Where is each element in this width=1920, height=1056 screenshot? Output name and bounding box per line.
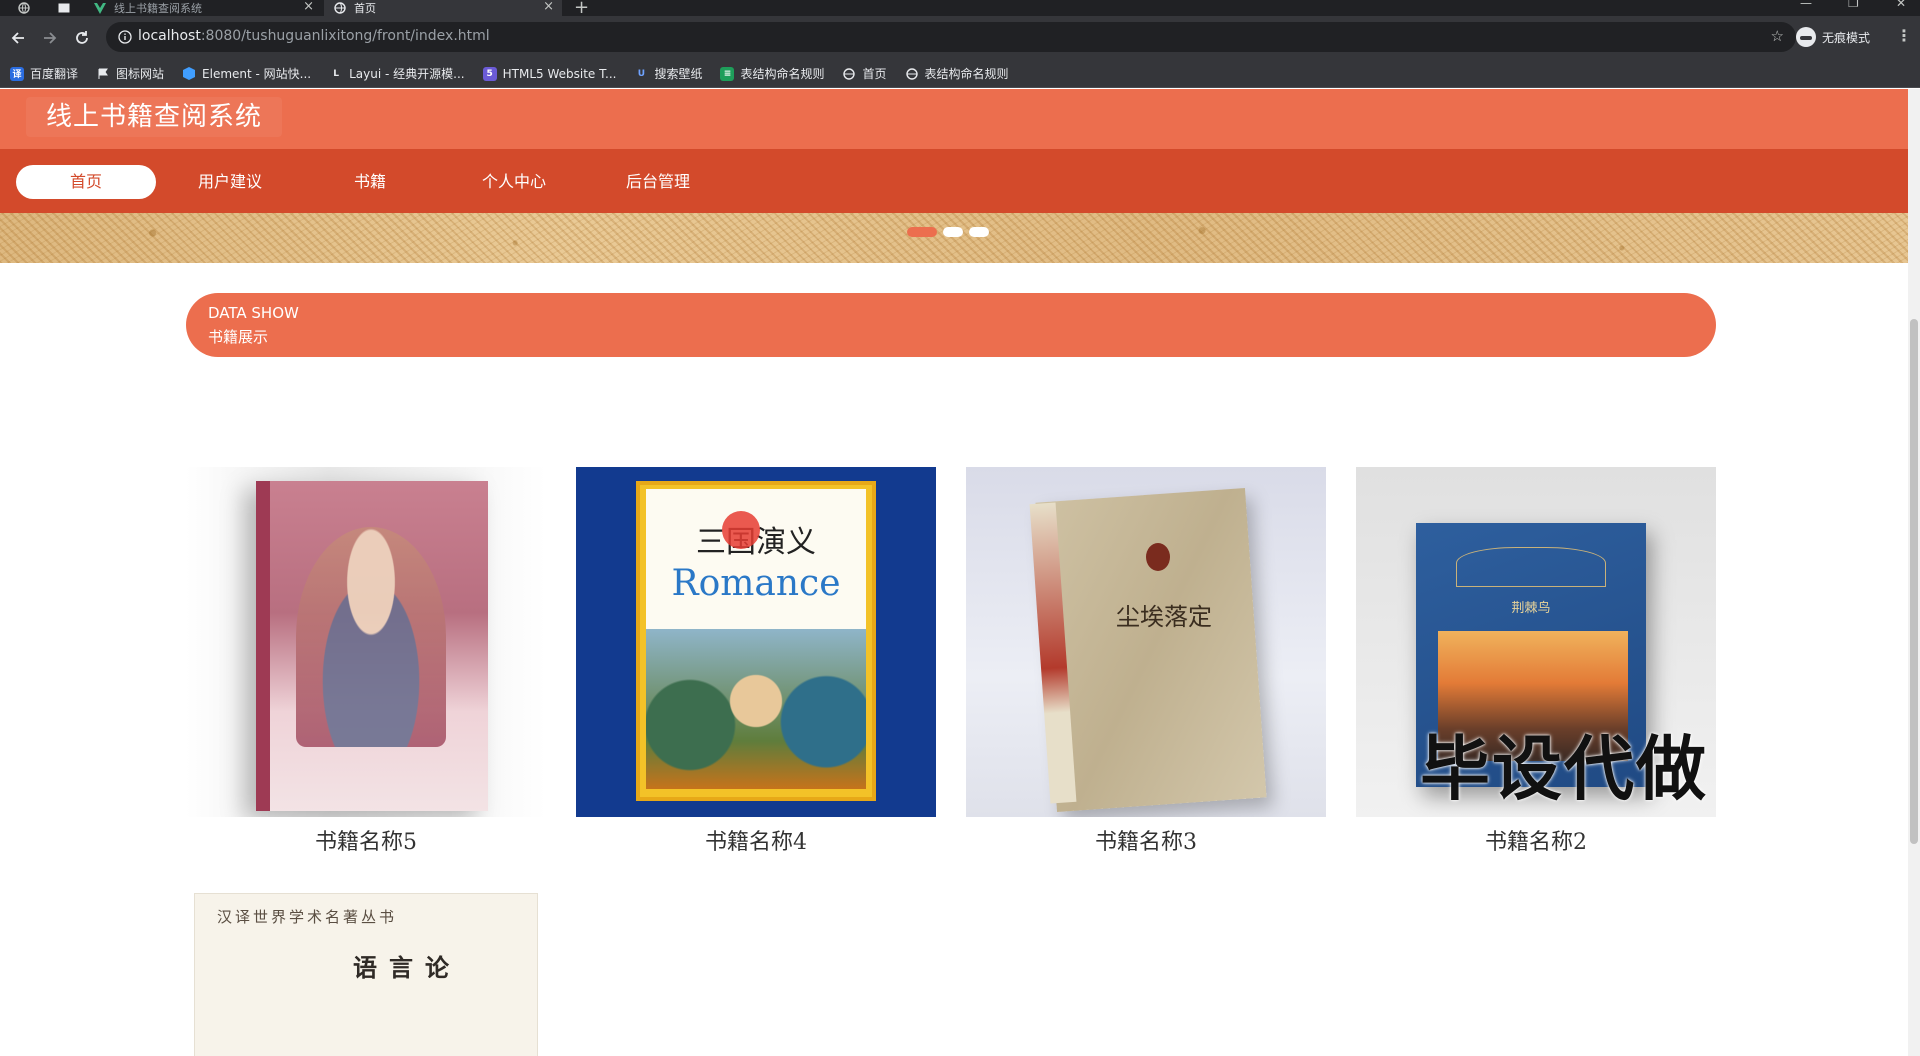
- cover-figure: [296, 527, 446, 747]
- forward-icon[interactable]: [38, 26, 62, 50]
- globe-icon: [842, 67, 856, 81]
- sheet-icon: ≡: [720, 66, 735, 81]
- translate-icon: 译: [10, 66, 24, 81]
- book-name[interactable]: 书籍名称5: [186, 824, 546, 856]
- nav-home[interactable]: 首页: [16, 165, 156, 199]
- carousel-dot[interactable]: [969, 227, 989, 237]
- section-title-zh: 书籍展示: [208, 328, 269, 346]
- nav-books[interactable]: 书籍: [300, 165, 440, 199]
- nav-profile[interactable]: 个人中心: [444, 165, 584, 199]
- incognito-label: 无痕模式: [1822, 30, 1871, 45]
- cover-title-cn: 荆棘鸟: [1511, 601, 1551, 616]
- close-icon[interactable]: ×: [303, 0, 314, 14]
- bookmark-label: 首页: [862, 67, 887, 81]
- bookmark-label: 图标网站: [116, 67, 165, 81]
- bookmark-label: 表结构命名规则: [740, 67, 825, 81]
- nav-suggestions[interactable]: 用户建议: [160, 165, 300, 199]
- book-name[interactable]: 书籍名称4: [576, 824, 936, 856]
- vue-icon: [94, 2, 106, 14]
- close-icon[interactable]: ×: [543, 0, 554, 14]
- cover-title-cn: 语言论: [353, 953, 461, 982]
- reload-icon[interactable]: [70, 26, 94, 50]
- cursor-highlight: [722, 511, 760, 549]
- carousel-indicators: [907, 227, 989, 237]
- bookmark-item[interactable]: 首页: [842, 65, 887, 82]
- tab-home[interactable]: 首页 ×: [324, 0, 562, 16]
- html5-icon: 5: [482, 66, 497, 81]
- book-cover[interactable]: 三国演义 Romance: [576, 467, 936, 817]
- url-text: localhost:8080/tushuguanlixitong/front/i…: [138, 28, 490, 44]
- site-nav: 首页 用户建议 书籍 个人中心 后台管理: [0, 149, 1908, 213]
- url-host: localhost: [138, 28, 201, 44]
- window-icon: [58, 2, 70, 14]
- section-header: DATA SHOW 书籍展示: [186, 293, 1716, 357]
- element-icon: [182, 67, 196, 81]
- site-header: 线上书籍查阅系统: [0, 89, 1908, 149]
- cover-title-en: Romance: [671, 563, 841, 604]
- page-viewport: 线上书籍查阅系统 首页 用户建议 书籍 个人中心 后台管理 DATA SHOW …: [0, 89, 1908, 1056]
- cover-illustration: [646, 629, 866, 789]
- incognito-badge[interactable]: 无痕模式: [1796, 27, 1870, 47]
- bookmark-label: 表结构命名规则: [924, 67, 1009, 81]
- bookmark-label: 百度翻译: [30, 67, 79, 81]
- carousel-dot[interactable]: [943, 227, 963, 237]
- scrollbar-thumb[interactable]: [1910, 319, 1918, 844]
- watermark-overlay: 毕设代做: [1420, 728, 1708, 810]
- site-title: 线上书籍查阅系统: [26, 97, 283, 137]
- bookmark-item[interactable]: 图标网站: [96, 65, 164, 82]
- globe-icon: [905, 67, 919, 81]
- browser-menu-tab[interactable]: [8, 0, 46, 16]
- tab-strip: 线上书籍查阅系统 × 首页 × + — ❐ ✕: [0, 0, 1920, 18]
- incognito-icon: [1796, 27, 1816, 47]
- bookmark-label: Layui - 经典开源模...: [349, 67, 465, 81]
- globe-icon: [334, 2, 346, 14]
- book-name[interactable]: 书籍名称3: [966, 824, 1326, 856]
- book-cover[interactable]: 尘埃落定: [966, 467, 1326, 817]
- star-icon[interactable]: ☆: [1771, 27, 1784, 45]
- cover-emblem: [1146, 543, 1170, 571]
- carousel-dot[interactable]: [907, 227, 937, 237]
- tab-pinned[interactable]: [48, 0, 82, 16]
- bookmark-item[interactable]: L Layui - 经典开源模...: [329, 65, 464, 82]
- minimize-icon[interactable]: —: [1800, 0, 1812, 10]
- bookmark-item[interactable]: 译百度翻译: [10, 65, 78, 82]
- tab-title: 线上书籍查阅系统: [114, 2, 202, 15]
- book-name[interactable]: 书籍名称2: [1356, 824, 1716, 856]
- layui-icon: L: [333, 68, 339, 79]
- cover-ornament: [1456, 547, 1606, 587]
- nav-admin[interactable]: 后台管理: [588, 165, 728, 199]
- wallpaper-icon: U: [637, 68, 646, 79]
- bookmark-item[interactable]: ≡ 表结构命名规则: [720, 65, 824, 82]
- tab-title: 首页: [354, 2, 376, 15]
- bookmark-item[interactable]: 5 HTML5 Website T...: [482, 66, 617, 81]
- bookmark-label: 搜索壁纸: [654, 67, 703, 81]
- cover-series: 汉译世界学术名著丛书: [217, 908, 398, 926]
- back-icon[interactable]: [6, 26, 30, 50]
- globe-icon: [18, 2, 30, 14]
- url-path: :8080/tushuguanlixitong/front/index.html: [200, 28, 490, 44]
- book-cover[interactable]: [186, 467, 546, 817]
- browser-toolbar: localhost:8080/tushuguanlixitong/front/i…: [0, 16, 1920, 60]
- bookmark-item[interactable]: Element - 网站快...: [182, 65, 311, 82]
- bookmark-label: HTML5 Website T...: [502, 66, 617, 81]
- section-title-en: DATA SHOW: [208, 304, 299, 322]
- info-icon[interactable]: [118, 29, 132, 48]
- bookmark-item[interactable]: U 搜索壁纸: [634, 65, 703, 82]
- bookmarks-bar: 译百度翻译 图标网站 Element - 网站快... L Layui - 经典开…: [0, 60, 1920, 88]
- bookmark-item[interactable]: 表结构命名规则: [905, 65, 1009, 82]
- close-window-icon[interactable]: ✕: [1896, 0, 1906, 10]
- book-cover[interactable]: 汉译世界学术名著丛书 语言论: [194, 893, 538, 1056]
- bookmark-label: Element - 网站快...: [202, 67, 312, 81]
- tab-library-system[interactable]: 线上书籍查阅系统 ×: [84, 0, 322, 16]
- maximize-icon[interactable]: ❐: [1848, 0, 1859, 10]
- cover-title-cn: 尘埃落定: [1116, 603, 1212, 631]
- carousel-banner[interactable]: [0, 213, 1908, 263]
- address-bar[interactable]: localhost:8080/tushuguanlixitong/front/i…: [106, 22, 1796, 52]
- page-scrollbar[interactable]: [1908, 89, 1920, 1056]
- menu-kebab-icon[interactable]: ⋮: [1896, 26, 1912, 45]
- flag-icon: [96, 67, 110, 81]
- cover-spine: [256, 481, 270, 811]
